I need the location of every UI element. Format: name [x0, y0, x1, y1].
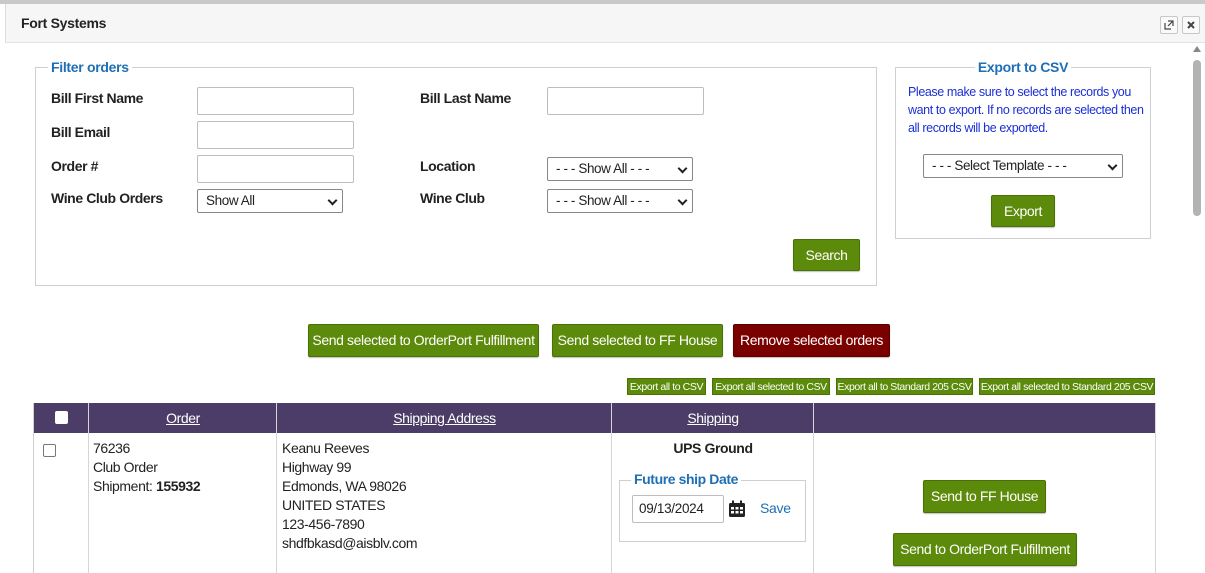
search-button[interactable]: Search — [793, 239, 860, 271]
column-divider — [611, 403, 612, 573]
scroll-up-icon[interactable] — [1193, 46, 1201, 52]
remove-selected-orders-button[interactable]: Remove selected orders — [733, 324, 890, 357]
filter-orders-legend: Filter orders — [51, 59, 129, 75]
template-select-value: - - - Select Template - - - — [932, 158, 1067, 173]
shipping-address-cell: Keanu Reeves Highway 99 Edmonds, WA 9802… — [282, 439, 418, 553]
shipping-column-header[interactable]: Shipping — [612, 403, 814, 433]
select-all-checkbox[interactable] — [55, 411, 68, 424]
window-titlebar: Fort Systems — [5, 4, 1205, 43]
location-select[interactable]: - - - Show All - - - — [547, 157, 693, 181]
shipping-method: UPS Ground — [673, 440, 753, 456]
export-all-csv-button[interactable]: Export all to CSV — [627, 378, 706, 395]
export-button[interactable]: Export — [991, 195, 1055, 227]
bill-last-name-label: Bill Last Name — [420, 90, 511, 106]
phone: 123-456-7890 — [282, 516, 365, 532]
bill-email-input[interactable] — [197, 121, 354, 149]
popout-icon[interactable] — [1160, 16, 1178, 34]
recipient-name: Keanu Reeves — [282, 440, 370, 456]
order-id: 76236 — [93, 440, 130, 456]
wine-club-orders-label: Wine Club Orders — [51, 190, 163, 206]
scrollbar-thumb[interactable] — [1193, 60, 1201, 216]
table-header: Order Shipping Address Shipping — [34, 403, 1156, 433]
email: shdfbkasd@aisblv.com — [282, 535, 418, 551]
chevron-down-icon — [677, 163, 688, 174]
column-divider — [1155, 403, 1156, 573]
send-selected-ff-house-button[interactable]: Send selected to FF House — [552, 324, 723, 357]
send-to-orderport-button[interactable]: Send to OrderPort Fulfillment — [893, 533, 1077, 566]
send-to-ff-house-button[interactable]: Send to FF House — [923, 480, 1046, 513]
location-select-value: - - - Show All - - - — [556, 161, 650, 176]
order-number-label: Order # — [51, 158, 98, 174]
column-divider — [813, 403, 814, 573]
vertical-scrollbar[interactable] — [1190, 44, 1205, 573]
export-all-selected-standard-csv-button[interactable]: Export all selected to Standard 205 CSV — [979, 378, 1155, 395]
order-cell: 76236 Club Order Shipment: 155932 — [93, 439, 201, 496]
shipping-address-column-header[interactable]: Shipping Address — [277, 403, 612, 433]
chevron-down-icon — [677, 195, 688, 206]
country: UNITED STATES — [282, 497, 386, 513]
send-selected-orderport-button[interactable]: Send selected to OrderPort Fulfillment — [308, 324, 539, 357]
export-all-selected-csv-button[interactable]: Export all selected to CSV — [712, 378, 830, 395]
export-info-text: Please make sure to select the records y… — [908, 85, 1144, 135]
shipment-label: Shipment: — [93, 478, 153, 494]
column-divider — [276, 403, 277, 573]
shipment-line: Shipment: 155932 — [93, 477, 201, 496]
export-all-standard-csv-button[interactable]: Export all to Standard 205 CSV — [836, 378, 973, 395]
street-address: Highway 99 — [282, 459, 352, 475]
wine-club-orders-select-value: Show All — [206, 193, 255, 208]
calendar-icon[interactable] — [728, 500, 746, 523]
order-number-input[interactable] — [197, 155, 354, 183]
save-link[interactable]: Save — [760, 500, 791, 516]
wine-club-select-value: - - - Show All - - - — [556, 193, 650, 208]
chevron-down-icon — [327, 195, 338, 206]
window-title: Fort Systems — [21, 15, 107, 31]
wine-club-label: Wine Club — [420, 190, 485, 206]
row-checkbox[interactable] — [43, 444, 56, 457]
template-select[interactable]: - - - Select Template - - - — [923, 154, 1123, 178]
export-csv-legend: Export to CSV — [977, 59, 1069, 75]
location-label: Location — [420, 158, 476, 174]
bill-last-name-input[interactable] — [547, 87, 704, 115]
bill-email-label: Bill Email — [51, 124, 111, 140]
shipment-id: 155932 — [155, 478, 201, 494]
chevron-down-icon — [1107, 160, 1118, 171]
wine-club-orders-select[interactable]: Show All — [197, 189, 343, 213]
orders-table: Order Shipping Address Shipping 76236 Cl… — [33, 403, 1156, 573]
future-ship-date-panel: Future ship Date 09/13/2024 Save — [619, 471, 806, 542]
future-ship-date-legend: Future ship Date — [631, 471, 742, 487]
order-column-header[interactable]: Order — [89, 403, 277, 433]
future-ship-date-input[interactable]: 09/13/2024 — [632, 495, 724, 523]
bill-first-name-input[interactable] — [197, 87, 354, 115]
city-state-zip: Edmonds, WA 98026 — [282, 478, 407, 494]
bill-first-name-label: Bill First Name — [51, 90, 144, 106]
column-divider — [88, 403, 89, 573]
close-icon[interactable] — [1182, 16, 1200, 34]
order-type: Club Order — [93, 459, 158, 475]
wine-club-select[interactable]: - - - Show All - - - — [547, 189, 693, 213]
